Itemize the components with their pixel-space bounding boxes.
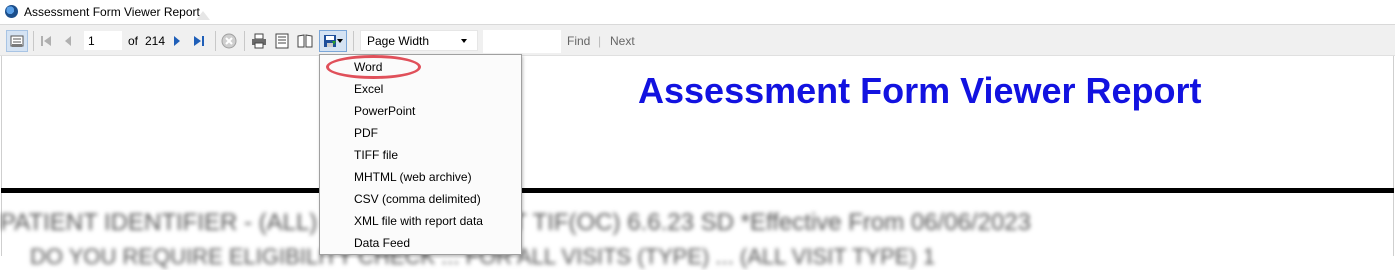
print-layout-icon	[275, 33, 289, 49]
print-layout-button[interactable]	[273, 32, 291, 50]
chevron-down-icon	[337, 39, 343, 43]
window-titlebar: Assessment Form Viewer Report	[0, 0, 1395, 24]
app-icon	[5, 5, 18, 18]
menu-item-label: CSV (comma delimited)	[354, 192, 481, 206]
first-page-button[interactable]	[38, 32, 54, 50]
print-button[interactable]	[250, 32, 268, 50]
highlight-ring	[326, 55, 421, 79]
toolbar-separator	[244, 31, 245, 51]
next-page-button[interactable]	[169, 32, 185, 50]
menu-item-pdf[interactable]: PDF	[320, 122, 521, 144]
menu-item-data-feed[interactable]: Data Feed	[320, 232, 521, 254]
report-toolbar: of 214	[0, 24, 1395, 56]
previous-page-button[interactable]	[60, 32, 76, 50]
report-divider	[1, 188, 1394, 193]
menu-item-label: PDF	[354, 126, 378, 140]
report-title: Assessment Form Viewer Report	[638, 70, 1202, 111]
last-page-button[interactable]	[191, 32, 207, 50]
chevron-down-icon	[461, 39, 467, 43]
next-link[interactable]: Next	[610, 34, 635, 48]
menu-item-label: MHTML (web archive)	[354, 170, 472, 184]
title-notch	[196, 11, 210, 20]
menu-item-label: Excel	[354, 82, 384, 96]
page-setup-button[interactable]	[296, 32, 314, 50]
menu-item-label: XML file with report data	[354, 214, 483, 228]
export-button[interactable]	[319, 30, 347, 52]
menu-item-csv[interactable]: CSV (comma delimited)	[320, 188, 521, 210]
zoom-value: Page Width	[367, 34, 430, 48]
find-link[interactable]: Find	[567, 34, 590, 48]
toolbar-separator	[33, 31, 34, 51]
printer-icon	[252, 33, 266, 49]
menu-item-tiff[interactable]: TIFF file	[320, 144, 521, 166]
toolbar-separator	[215, 31, 216, 51]
stop-button[interactable]	[220, 32, 238, 50]
first-page-icon	[41, 36, 51, 46]
export-menu: Word Excel PowerPoint PDF TIFF file MHTM…	[319, 54, 522, 255]
next-page-icon	[174, 36, 180, 46]
page-setup-icon	[297, 34, 313, 48]
menu-item-label: Data Feed	[354, 236, 411, 250]
toolbar-separator	[353, 31, 354, 51]
menu-item-mhtml[interactable]: MHTML (web archive)	[320, 166, 521, 188]
stop-icon	[221, 33, 237, 49]
page-of-label: of	[128, 34, 139, 48]
menu-item-powerpoint[interactable]: PowerPoint	[320, 100, 521, 122]
find-input[interactable]	[483, 30, 561, 53]
menu-item-xml[interactable]: XML file with report data	[320, 210, 521, 232]
zoom-select[interactable]: Page Width	[360, 30, 478, 51]
window-title: Assessment Form Viewer Report	[24, 5, 200, 19]
find-separator: |	[598, 34, 602, 48]
document-map-button[interactable]	[6, 30, 28, 52]
menu-item-excel[interactable]: Excel	[320, 78, 521, 100]
menu-item-label: TIFF file	[354, 148, 398, 162]
previous-page-icon	[65, 36, 71, 46]
save-export-icon	[324, 35, 336, 47]
last-page-icon	[194, 36, 204, 46]
total-pages: 214	[145, 34, 166, 48]
menu-item-label: PowerPoint	[354, 104, 416, 118]
document-map-icon	[10, 35, 24, 47]
current-page-input[interactable]	[84, 31, 122, 50]
